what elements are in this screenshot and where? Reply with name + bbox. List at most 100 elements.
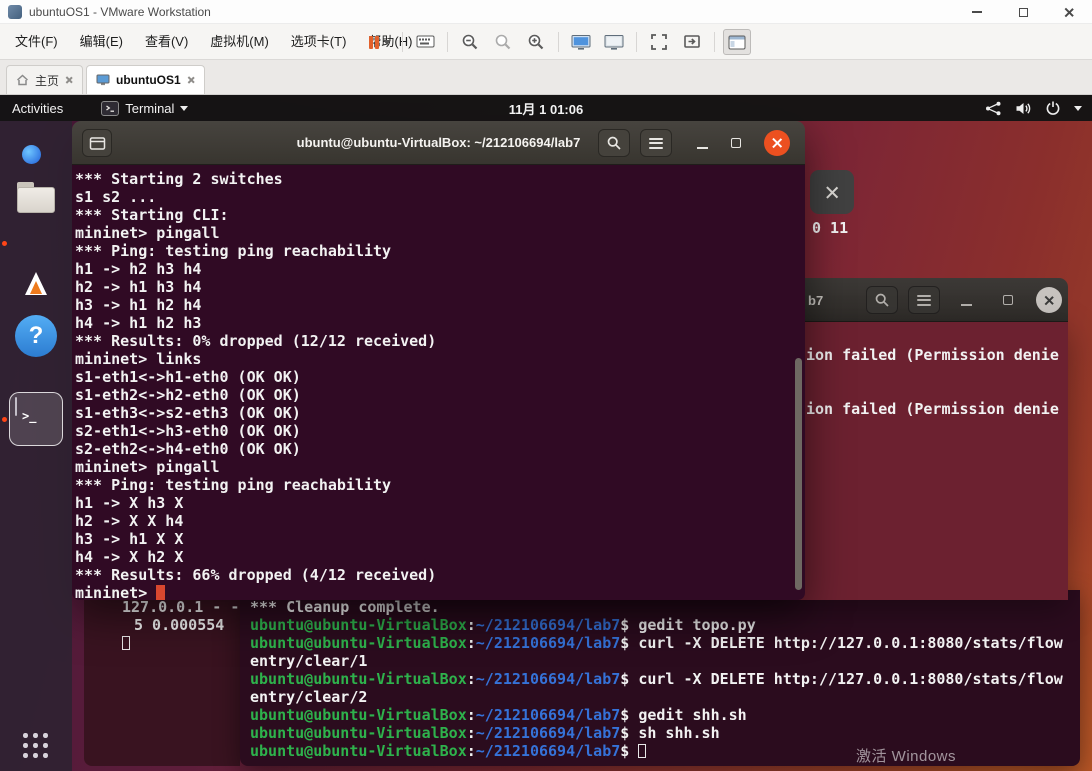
tab-home[interactable]: 主页 — [6, 65, 84, 94]
terminal-cursor — [638, 744, 647, 758]
zoom-in-icon — [528, 34, 544, 50]
host-window-title: ubuntuOS1 - VMware Workstation — [29, 4, 211, 19]
search-button[interactable] — [598, 129, 630, 157]
menu-button[interactable] — [640, 129, 672, 157]
menu-file[interactable]: 文件(F) — [4, 24, 69, 60]
pause-icon — [368, 35, 380, 49]
fit-window-button[interactable] — [678, 29, 706, 55]
close-icon — [1044, 295, 1055, 306]
terminal-line: ubuntu@ubuntu-VirtualBox:~/212106694/lab… — [250, 724, 720, 742]
send-ctrl-alt-del-button[interactable] — [411, 29, 439, 55]
terminal-line: ion failed (Permission denie — [806, 400, 1059, 418]
minimize-icon — [696, 147, 708, 149]
backmost-terminal-body[interactable]: 127.0.0.1 - - 5 0.000554 — [84, 590, 240, 766]
menu-view[interactable]: 查看(V) — [134, 24, 199, 60]
vm-display: 0 11 b7 ion failed (Permission denie ion… — [0, 95, 1092, 771]
vmware-logo-icon — [8, 4, 22, 19]
terminal-line: *** Cleanup complete. — [250, 598, 440, 616]
terminal-line: s1-eth3<->s2-eth3 (OK OK) — [75, 404, 301, 422]
search-icon — [875, 293, 889, 307]
tab-close-icon[interactable] — [65, 76, 73, 84]
suspend-button[interactable] — [366, 29, 394, 55]
terminal-cursor — [156, 585, 166, 600]
clock-button[interactable]: 11月 1 01:06 — [509, 99, 583, 118]
terminal-line: ubuntu@ubuntu-VirtualBox:~/212106694/lab… — [250, 616, 756, 634]
terminal-line: *** Results: 66% dropped (4/12 received) — [75, 566, 437, 584]
maximize-button[interactable] — [996, 290, 1020, 310]
terminal-mini-icon — [101, 100, 120, 116]
host-minimize-button[interactable] — [954, 0, 1000, 24]
background-window-close-button[interactable] — [810, 170, 854, 214]
zoom-reset-button[interactable] — [489, 29, 517, 55]
terminal-line: entry/clear/2 — [250, 688, 368, 706]
host-maximize-button[interactable] — [1000, 0, 1046, 24]
front-terminal-titlebar[interactable]: ubuntu@ubuntu-VirtualBox: ~/212106694/la… — [72, 121, 805, 165]
keyboard-icon — [416, 35, 434, 48]
app-menu-button[interactable]: Terminal — [93, 95, 196, 121]
terminal-line: h1 -> X h3 X — [75, 494, 184, 512]
menu-vm[interactable]: 虚拟机(M) — [199, 24, 280, 60]
menu-tabs[interactable]: 选项卡(T) — [280, 24, 358, 60]
close-button[interactable] — [1036, 287, 1062, 313]
close-icon — [825, 185, 840, 200]
zoom-out-icon — [462, 34, 478, 50]
close-icon — [771, 137, 783, 149]
activate-windows-watermark: 激活 Windows — [856, 748, 957, 765]
minimize-button[interactable] — [690, 133, 714, 153]
terminal-line: *** Starting CLI: — [75, 206, 229, 224]
terminal-line: mininet> links — [75, 350, 202, 368]
terminal-line: s2-eth1<->h3-eth0 (OK OK) — [75, 422, 301, 440]
library-view-button[interactable] — [723, 29, 751, 55]
front-terminal-output[interactable]: *** Starting 2 switches s1 s2 ... *** Star… — [72, 165, 805, 600]
maximize-icon — [731, 138, 741, 148]
tab-label: ubuntuOS1 — [116, 73, 181, 87]
tab-close-icon[interactable] — [187, 76, 195, 84]
dock-item-help[interactable] — [15, 315, 57, 357]
vmware-workstation-window: ubuntuOS1 - VMware Workstation 文件(F) 编辑(… — [0, 0, 1092, 771]
background-terminal-title: b7 — [808, 292, 824, 308]
terminal-line: h4 -> h1 h2 h3 — [75, 314, 202, 332]
zoom-out-button[interactable] — [456, 29, 484, 55]
menu-button[interactable] — [908, 286, 940, 314]
back-terminal-output[interactable]: *** Cleanup complete. ubuntu@ubuntu-Virtu… — [240, 590, 1080, 766]
host-close-button[interactable] — [1046, 0, 1092, 24]
show-guest-button[interactable] — [600, 29, 628, 55]
zoom-reset-icon — [495, 34, 511, 50]
minimize-button[interactable] — [954, 290, 978, 310]
library-view-icon — [728, 35, 746, 49]
system-status-area[interactable] — [985, 95, 1086, 121]
terminal-line: h2 -> X X h4 — [75, 512, 184, 530]
show-console-button[interactable] — [567, 29, 595, 55]
terminal-line: *** Ping: testing ping reachability — [75, 476, 392, 494]
close-button[interactable] — [764, 130, 790, 156]
fullscreen-button[interactable] — [645, 29, 673, 55]
terminal-line: s2-eth2<->h4-eth0 (OK OK) — [75, 440, 301, 458]
zoom-in-button[interactable] — [522, 29, 550, 55]
host-titlebar: ubuntuOS1 - VMware Workstation — [0, 0, 1092, 24]
running-indicator-dot — [2, 417, 7, 422]
background-window-text: 0 11 — [812, 219, 849, 237]
terminal-line: h3 -> h1 X X — [75, 530, 184, 548]
menu-edit[interactable]: 编辑(E) — [69, 24, 134, 60]
maximize-button[interactable] — [724, 133, 748, 153]
dock — [0, 121, 72, 771]
maximize-icon — [1003, 295, 1013, 305]
hamburger-icon — [649, 135, 663, 151]
tab-label: 主页 — [35, 73, 60, 88]
terminal-scrollbar-thumb[interactable] — [795, 358, 802, 590]
show-applications-button[interactable] — [23, 733, 49, 759]
terminal-line: s1 s2 ... — [75, 188, 157, 206]
minimize-icon — [972, 11, 982, 13]
activities-button[interactable]: Activities — [0, 95, 75, 121]
terminal-line: mininet> pingall — [75, 458, 220, 476]
fullscreen-icon — [651, 34, 667, 50]
terminal-line: *** Results: 0% dropped (12/12 received) — [75, 332, 437, 350]
search-button[interactable] — [866, 286, 898, 314]
new-tab-icon — [89, 136, 105, 150]
tab-ubuntuos1[interactable]: ubuntuOS1 — [86, 65, 205, 94]
dock-item-terminal[interactable] — [15, 397, 17, 416]
terminal-line: h3 -> h1 h2 h4 — [75, 296, 202, 314]
new-tab-button[interactable] — [82, 129, 112, 157]
search-icon — [607, 136, 621, 150]
share-icon — [986, 101, 1001, 115]
